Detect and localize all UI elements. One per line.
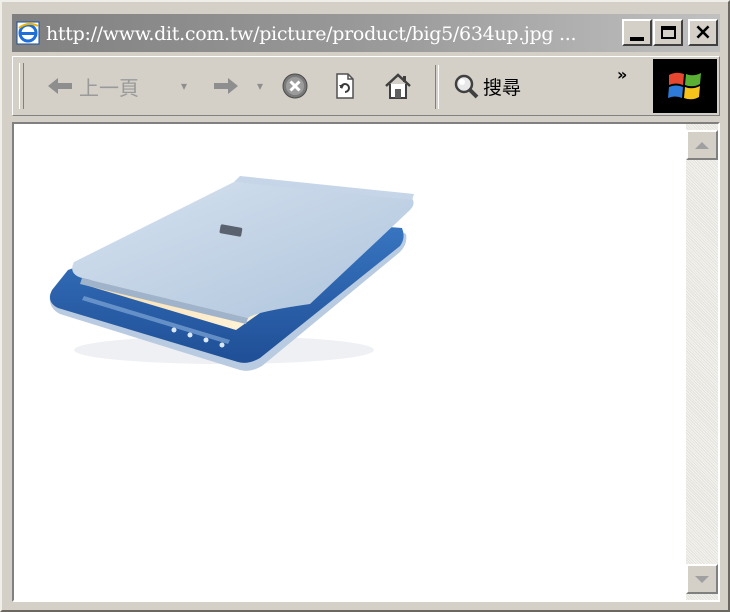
windows-logo-icon (668, 72, 701, 100)
back-arrow-icon (48, 78, 72, 94)
minimize-icon (630, 36, 644, 41)
forward-button[interactable] (213, 65, 253, 107)
throbber (653, 59, 717, 113)
vertical-scrollbar[interactable] (686, 124, 718, 600)
back-button[interactable]: 上一頁 (47, 65, 147, 107)
toolbar-separator (435, 65, 439, 109)
search-button[interactable]: 搜尋 (453, 65, 553, 107)
toolbar-grip[interactable] (19, 63, 24, 109)
scroll-up-button[interactable] (686, 130, 718, 160)
refresh-icon (336, 73, 354, 99)
browser-window: http://www.dit.com.tw/picture/product/bi… (0, 0, 730, 612)
search-icon (454, 74, 479, 99)
home-icon (385, 73, 411, 99)
home-button[interactable] (383, 65, 419, 107)
ie-icon[interactable] (16, 21, 40, 45)
maximize-button[interactable] (653, 19, 683, 46)
search-label: 搜尋 (483, 76, 522, 99)
title-bar[interactable]: http://www.dit.com.tw/picture/product/bi… (12, 14, 720, 52)
toolbar: 上一頁 ▾ ▾ 搜尋 » (12, 56, 720, 116)
minimize-button[interactable] (622, 19, 652, 46)
stop-button[interactable] (281, 65, 315, 107)
close-button[interactable]: × (688, 19, 718, 46)
page-viewport[interactable] (14, 124, 686, 600)
close-icon: × (693, 19, 713, 45)
scanner-image (49, 176, 414, 371)
content-frame (12, 122, 720, 602)
maximize-icon (660, 26, 676, 39)
window-title: http://www.dit.com.tw/picture/product/bi… (46, 23, 577, 45)
back-label: 上一頁 (79, 75, 139, 100)
more-buttons-chevron[interactable]: » (617, 65, 627, 84)
scroll-down-button[interactable] (686, 564, 718, 594)
refresh-button[interactable] (333, 65, 363, 107)
scroll-down-icon (695, 575, 709, 583)
forward-dropdown[interactable]: ▾ (257, 65, 263, 107)
back-dropdown[interactable]: ▾ (181, 65, 187, 107)
stop-icon (282, 73, 308, 99)
scroll-up-icon (695, 141, 709, 149)
forward-arrow-icon (214, 78, 238, 94)
